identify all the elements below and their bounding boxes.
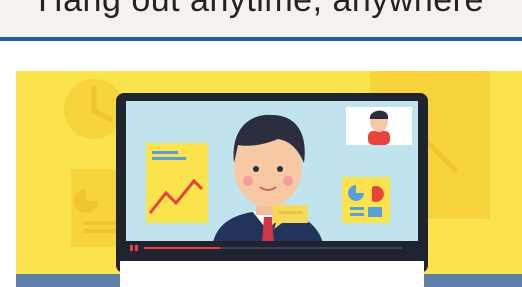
pie-chart-icon (342, 177, 390, 223)
hero-illustration (16, 71, 522, 287)
progress-bar-icon (144, 247, 220, 249)
header-title: Hang out anytime, anywhere (38, 0, 484, 19)
page-header: Hang out anytime, anywhere (0, 0, 522, 37)
laptop-base (120, 261, 424, 287)
video-call-illustration (16, 71, 522, 287)
pause-icon[interactable] (130, 245, 133, 251)
line-chart-icon (146, 143, 208, 223)
header-divider (0, 37, 522, 41)
